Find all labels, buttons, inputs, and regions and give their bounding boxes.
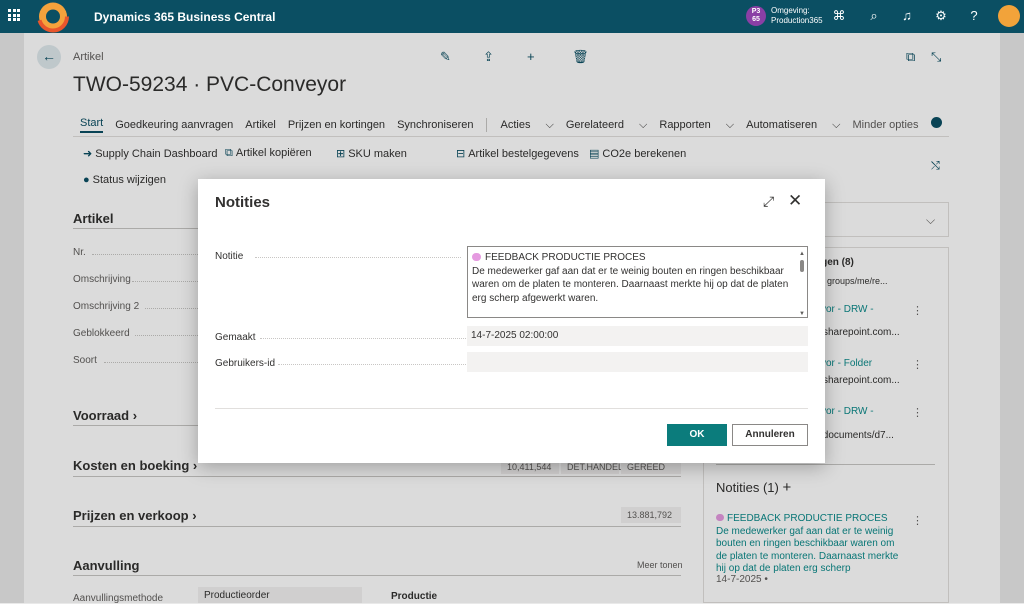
environment-label: Omgeving:	[771, 6, 810, 15]
close-icon[interactable]: ✕	[788, 191, 802, 211]
cancel-button[interactable]: Annuleren	[732, 424, 808, 446]
scroll-thumb[interactable]	[800, 260, 804, 272]
bell-icon[interactable]: ♫	[899, 8, 915, 24]
note-title: FEEDBACK PRODUCTIE PROCES	[485, 252, 646, 263]
brain-icon	[472, 253, 481, 261]
ok-button[interactable]: OK	[667, 424, 727, 446]
avatar[interactable]	[998, 5, 1020, 27]
created-field: 14-7-2025 02:00:00	[467, 326, 808, 346]
label-created: Gemaakt	[215, 332, 256, 343]
note-textarea[interactable]: FEEDBACK PRODUCTIE PROCES De medewerker …	[467, 246, 808, 318]
scroll-up-icon[interactable]: ▲	[798, 248, 806, 257]
gear-icon[interactable]: ⚙	[933, 8, 949, 24]
field-dots	[255, 257, 461, 258]
note-body: De medewerker gaf aan dat er te weinig b…	[472, 265, 789, 304]
label-note: Notitie	[215, 251, 244, 262]
app-launcher-icon[interactable]	[8, 9, 20, 21]
dialog-divider	[215, 408, 808, 409]
dialog-title: Notities	[215, 194, 271, 211]
environment-info[interactable]: Omgeving: Production365	[771, 6, 823, 26]
textarea-scrollbar[interactable]: ▲ ▼	[798, 248, 806, 317]
search-icon[interactable]: ⌕	[866, 8, 882, 24]
expand-icon[interactable]: ⤢	[763, 193, 774, 210]
user-id-field	[467, 352, 808, 372]
field-dots	[260, 338, 466, 339]
label-user-id: Gebruikers-id	[215, 358, 276, 369]
help-icon[interactable]: ?	[966, 8, 982, 24]
app-title[interactable]: Dynamics 365 Business Central	[94, 10, 275, 24]
environment-name: Production365	[771, 16, 823, 25]
field-dots	[278, 364, 466, 365]
top-bar: Dynamics 365 Business Central P3 65 Omgev…	[0, 0, 1024, 33]
dynamics-logo	[37, 0, 69, 33]
copilot-icon[interactable]: ⌘	[831, 8, 847, 24]
environment-badge: P3 65	[746, 6, 766, 26]
notes-dialog: Notities ⤢ ✕ Notitie FEEDBACK PRODUCTIE …	[198, 179, 825, 463]
scroll-down-icon[interactable]: ▼	[798, 308, 806, 317]
